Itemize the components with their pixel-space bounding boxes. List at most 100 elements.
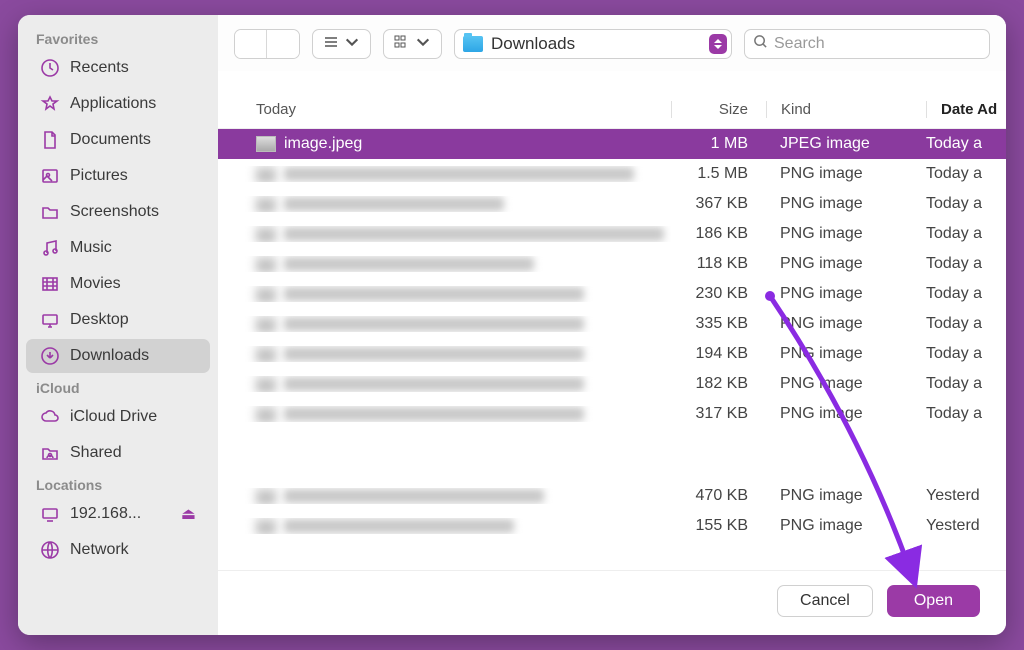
cloud-icon: [40, 407, 60, 427]
search-icon: [753, 34, 774, 54]
file-size: 182 KB: [671, 375, 766, 393]
column-name[interactable]: Today: [218, 101, 671, 118]
table-row[interactable]: image.jpeg1 MBJPEG imageToday a: [218, 129, 1006, 159]
shared-icon: [40, 443, 60, 463]
sidebar-item-label: 192.168...: [70, 505, 141, 523]
pic-icon: [40, 166, 60, 186]
file-size: 155 KB: [671, 517, 766, 535]
file-name-blurred: [284, 489, 544, 503]
table-row[interactable]: 155 KBPNG imageYesterd: [218, 511, 1006, 541]
file-thumb-icon: [256, 226, 276, 242]
open-button[interactable]: Open: [887, 585, 980, 617]
sidebar-section-header: iCloud: [18, 374, 218, 399]
sidebar-item-label: Applications: [70, 95, 156, 113]
table-row[interactable]: 335 KBPNG imageToday a: [218, 309, 1006, 339]
view-list-button[interactable]: [312, 29, 371, 59]
eject-icon[interactable]: ⏏: [181, 504, 196, 524]
table-row[interactable]: 182 KBPNG imageToday a: [218, 369, 1006, 399]
file-name-blurred: [284, 317, 584, 331]
file-thumb-icon: [256, 406, 276, 422]
sidebar-item-icloud-drive[interactable]: iCloud Drive: [26, 400, 210, 434]
file-kind: PNG image: [766, 255, 926, 273]
sidebar-item-desktop[interactable]: Desktop: [26, 303, 210, 337]
column-size[interactable]: Size: [671, 101, 766, 118]
file-list[interactable]: image.jpeg1 MBJPEG imageToday a1.5 MBPNG…: [218, 129, 1006, 570]
table-row[interactable]: 1.5 MBPNG imageToday a: [218, 159, 1006, 189]
table-row[interactable]: 470 KBPNG imageYesterd: [218, 481, 1006, 511]
table-row[interactable]: 367 KBPNG imageToday a: [218, 189, 1006, 219]
file-date: Today a: [926, 255, 1006, 273]
column-kind[interactable]: Kind: [766, 101, 926, 118]
sidebar-item-documents[interactable]: Documents: [26, 123, 210, 157]
file-thumb-icon: [256, 488, 276, 504]
sidebar-item-pictures[interactable]: Pictures: [26, 159, 210, 193]
music-icon: [40, 238, 60, 258]
movie-icon: [40, 274, 60, 294]
file-kind: PNG image: [766, 165, 926, 183]
search-input[interactable]: [774, 35, 981, 53]
file-kind: PNG image: [766, 195, 926, 213]
clock-icon: [40, 58, 60, 78]
file-thumb-icon: [256, 196, 276, 212]
table-row[interactable]: 230 KBPNG imageToday a: [218, 279, 1006, 309]
updown-icon: [709, 34, 727, 54]
file-date: Yesterd: [926, 487, 1006, 505]
sidebar-item-shared[interactable]: Shared: [26, 436, 210, 470]
file-date: Yesterd: [926, 517, 1006, 535]
table-row[interactable]: 186 KBPNG imageToday a: [218, 219, 1006, 249]
file-thumb-icon: [256, 136, 276, 152]
location-label: Downloads: [491, 34, 575, 54]
file-name-blurred: [284, 167, 634, 181]
sidebar-item-music[interactable]: Music: [26, 231, 210, 265]
nav-back-button[interactable]: [235, 30, 267, 58]
file-size: 367 KB: [671, 195, 766, 213]
file-thumb-icon: [256, 376, 276, 392]
file-name-cell: [218, 376, 671, 392]
sidebar-item-network[interactable]: Network: [26, 533, 210, 567]
file-name-cell: [218, 316, 671, 332]
desktop-icon: [40, 310, 60, 330]
file-thumb-icon: [256, 166, 276, 182]
sidebar-item-movies[interactable]: Movies: [26, 267, 210, 301]
file-date: Today a: [926, 405, 1006, 423]
file-kind: PNG image: [766, 517, 926, 535]
file-name-blurred: [284, 407, 584, 421]
file-thumb-icon: [256, 256, 276, 272]
file-thumb-icon: [256, 316, 276, 332]
file-kind: PNG image: [766, 345, 926, 363]
file-thumb-icon: [256, 518, 276, 534]
file-name-cell: [218, 166, 671, 182]
table-row[interactable]: 317 KBPNG imageToday a: [218, 399, 1006, 429]
group-by-button[interactable]: [383, 29, 442, 59]
table-row[interactable]: 118 KBPNG imageToday a: [218, 249, 1006, 279]
nav-forward-button[interactable]: [267, 30, 299, 58]
dialog-footer: Cancel Open: [218, 570, 1006, 635]
file-name-blurred: [284, 257, 534, 271]
sidebar-item-label: Movies: [70, 275, 121, 293]
file-name-blurred: [284, 197, 504, 211]
sidebar-item-recents[interactable]: Recents: [26, 51, 210, 85]
column-date[interactable]: Date Ad: [926, 101, 1006, 118]
toolbar: Downloads: [218, 15, 1006, 71]
location-popup[interactable]: Downloads: [454, 29, 732, 59]
file-name-cell: [218, 286, 671, 302]
cancel-button[interactable]: Cancel: [777, 585, 873, 617]
sidebar-item-label: Recents: [70, 59, 129, 77]
file-name-blurred: [284, 519, 514, 533]
sidebar-item-applications[interactable]: Applications: [26, 87, 210, 121]
table-row[interactable]: 194 KBPNG imageToday a: [218, 339, 1006, 369]
sidebar-item-label: Desktop: [70, 311, 129, 329]
group-header: [218, 429, 1006, 481]
sidebar-item-label: Documents: [70, 131, 151, 149]
sidebar-item-label: Pictures: [70, 167, 128, 185]
search-field[interactable]: [744, 29, 990, 59]
sidebar-item-192-168-[interactable]: 192.168... ⏏: [26, 497, 210, 531]
file-name-blurred: [284, 347, 584, 361]
sidebar-item-screenshots[interactable]: Screenshots: [26, 195, 210, 229]
file-date: Today a: [926, 285, 1006, 303]
file-size: 1.5 MB: [671, 165, 766, 183]
file-date: Today a: [926, 195, 1006, 213]
sidebar-item-downloads[interactable]: Downloads: [26, 339, 210, 373]
file-size: 118 KB: [671, 255, 766, 273]
sidebar-section-header: Locations: [18, 471, 218, 496]
